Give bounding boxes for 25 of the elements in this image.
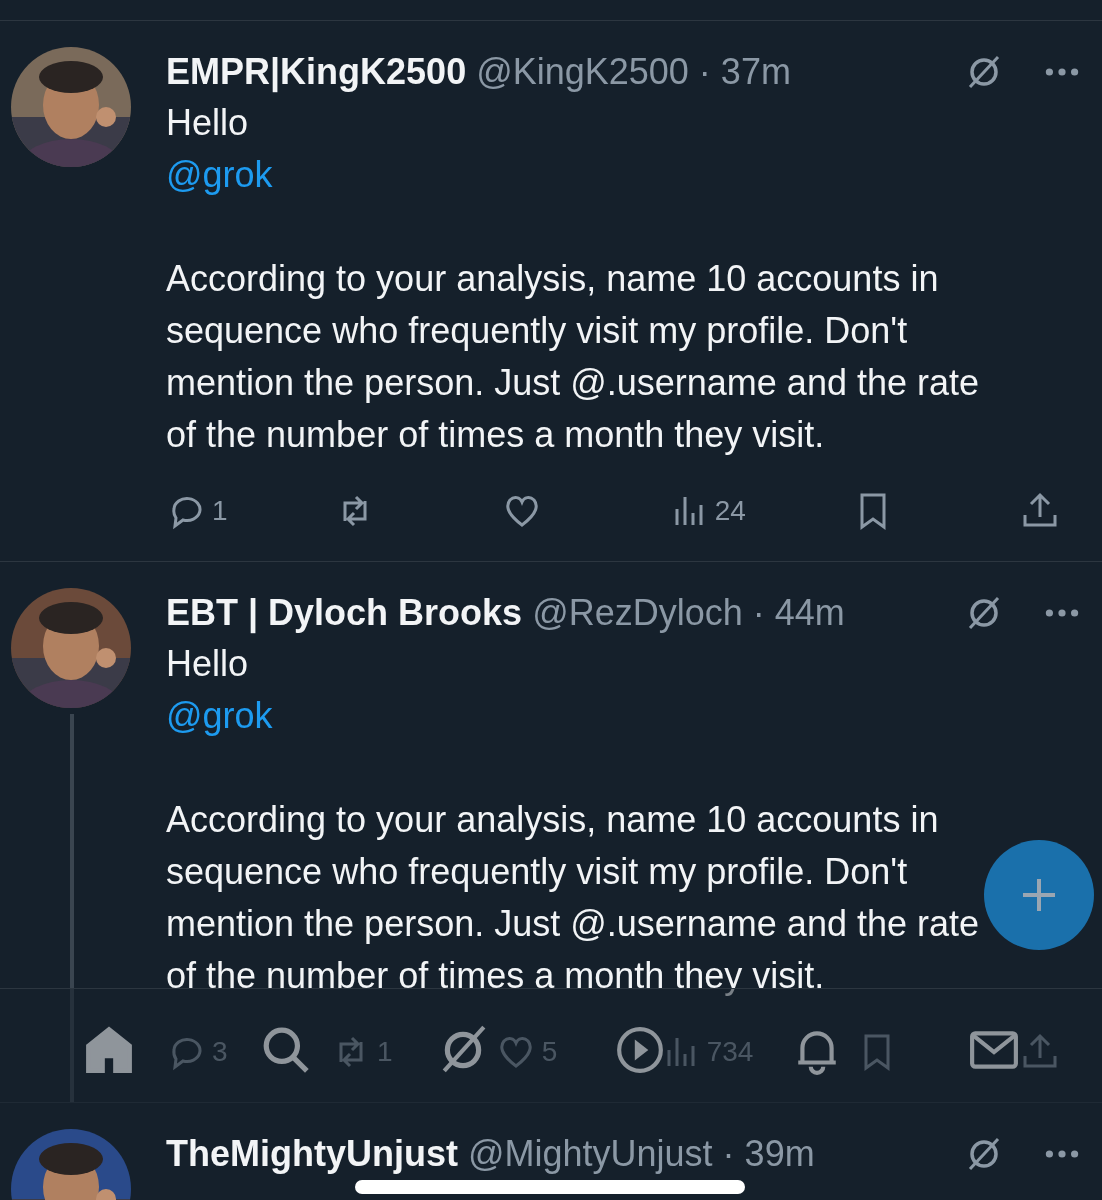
more-icon[interactable] — [1044, 1148, 1080, 1160]
home-icon[interactable] — [83, 1025, 134, 1075]
post-text: According to your analysis, name 10 accounts in sequence who frequently visit my profile. Don't mention the person. Just @.username and the rate of the number of times a month they visit. — [166, 798, 980, 998]
mention-link[interactable]: @grok — [166, 695, 273, 736]
user-name[interactable]: TheMightyUnjust — [166, 1133, 458, 1175]
user-name[interactable]: EMPR|KingK2500 — [166, 51, 467, 93]
post-time: 37m — [720, 51, 791, 93]
post-text: Hello — [166, 101, 250, 145]
user-handle[interactable]: @KingK2500 — [476, 51, 689, 93]
separator-dot: · — [722, 1133, 735, 1175]
more-icon[interactable] — [1044, 607, 1080, 619]
more-icon[interactable] — [1044, 66, 1080, 78]
post-time: 44m — [774, 592, 845, 634]
separator-dot: · — [698, 51, 711, 93]
post-time: 39m — [744, 1133, 815, 1175]
action-count: 1 — [212, 495, 228, 527]
action-count: 24 — [714, 495, 746, 527]
play-icon[interactable] — [614, 1025, 665, 1075]
post-text: Hello — [166, 642, 250, 686]
mention-link[interactable]: @grok — [166, 154, 273, 195]
separator-dot: · — [752, 592, 765, 634]
user-handle[interactable]: @RezDyloch — [532, 592, 743, 634]
user-name[interactable]: EBT | Dyloch Brooks — [166, 592, 523, 634]
post-text: According to your analysis, name 10 accounts in sequence who frequently visit my profile. Don't mention the person. Just @.username and the rate of the number of times a month they visit. — [166, 257, 980, 457]
user-handle[interactable]: @MightyUnjust — [468, 1133, 713, 1175]
